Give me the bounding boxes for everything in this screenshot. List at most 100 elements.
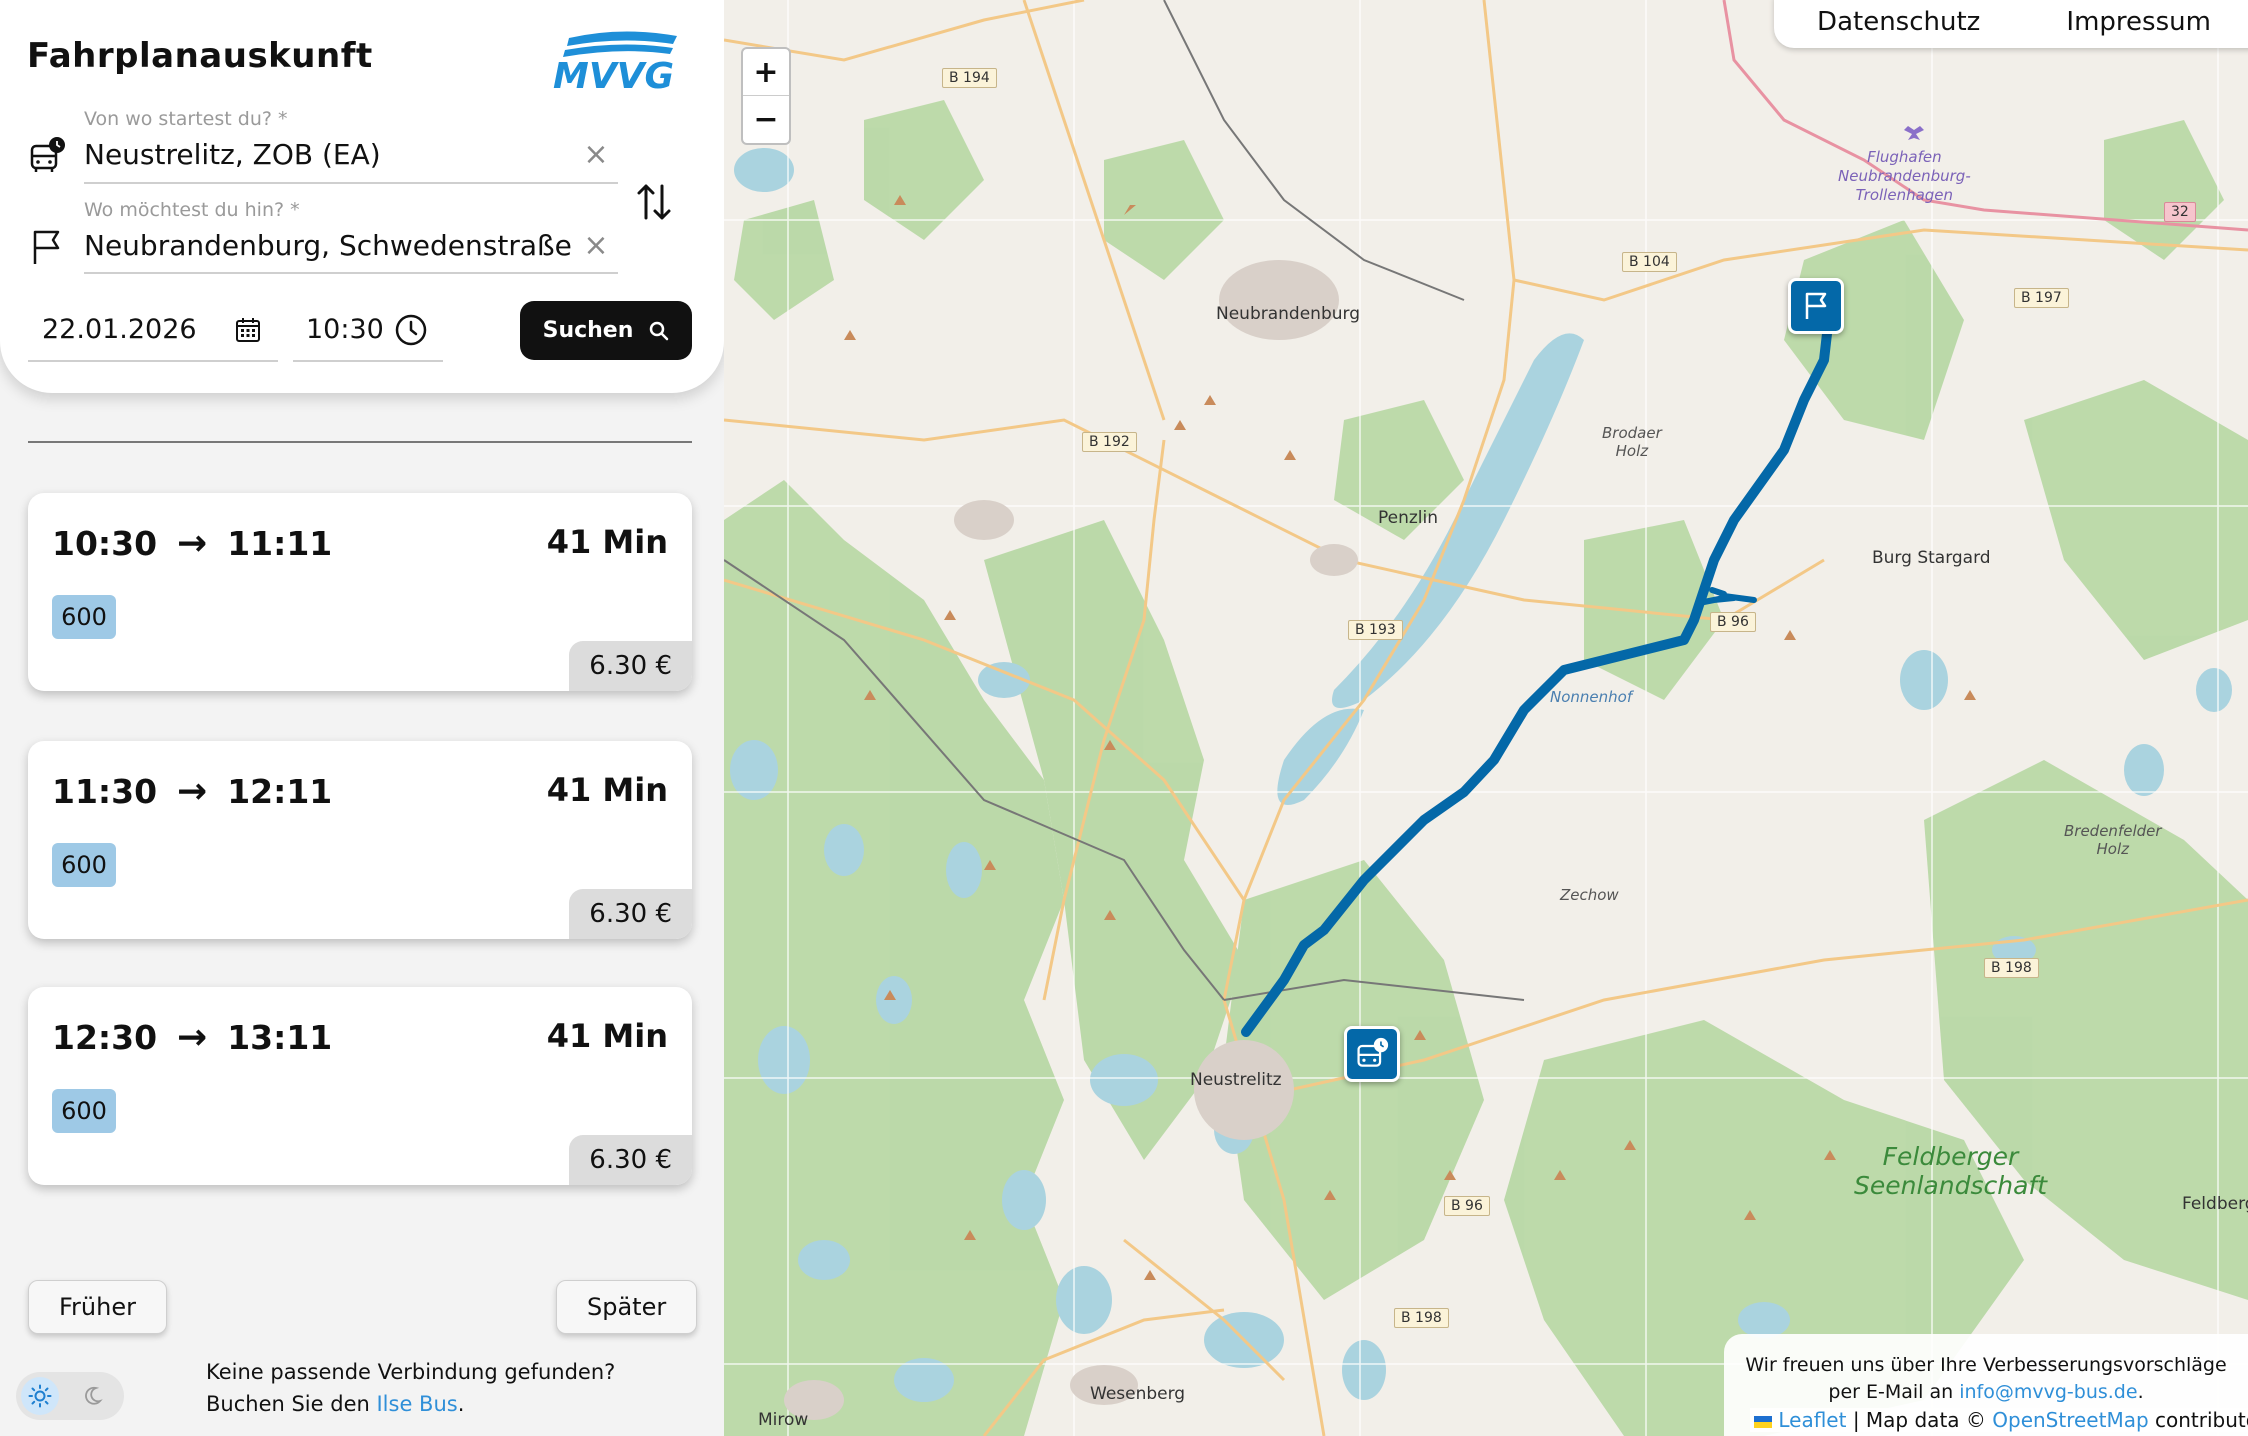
footer-note: Keine passende Verbindung gefunden? Buch… [206,1356,615,1420]
arrow-right-icon: → [177,523,208,564]
destination-marker[interactable] [1788,278,1844,334]
road-shield: 32 [2164,202,2196,222]
from-input[interactable]: Neustrelitz, ZOB (EA) [84,138,381,171]
date-input[interactable]: 22.01.2026 [42,314,197,345]
place-label-feldberger-seenlandschaft: Feldberger Seenlandschaft [1854,1142,2047,1200]
from-underline [84,182,618,184]
place-label-neubrandenburg: Neubrandenburg [1216,304,1360,324]
footer-line-2-text: Buchen Sie den [206,1392,377,1416]
line-badge: 600 [52,1089,116,1133]
map[interactable]: Neubrandenburg Neustrelitz Penzlin Burg … [724,0,2248,1436]
map-attribution: Leaflet | Map data © OpenStreetMap contr… [1750,1408,2248,1432]
road-shield: B 198 [1394,1308,1449,1328]
openstreetmap-link[interactable]: OpenStreetMap [1992,1408,2148,1432]
arrival-time: 12:11 [227,772,333,811]
duration: 41 Min [546,771,668,809]
connection-times: 12:30 → 13:11 [52,1017,332,1058]
line-badge: 600 [52,595,116,639]
feedback-line-2-text: per E-Mail an [1828,1381,1960,1403]
line-badge: 600 [52,843,116,887]
zoom-in-button[interactable]: + [743,49,789,96]
place-label-brodaer-holz: Brodaer Holz [1602,424,1662,460]
road-shield: B 104 [1622,252,1677,272]
dark-mode-button[interactable] [80,1380,112,1412]
calendar-icon[interactable] [234,316,262,344]
duration: 41 Min [546,523,668,561]
connection-card[interactable]: 11:30 → 12:11 41 Min 600 6.30 € [28,741,692,939]
departure-time: 11:30 [52,772,158,811]
theme-toggle [16,1372,124,1420]
departure-time: 12:30 [52,1018,158,1057]
connection-card[interactable]: 10:30 → 11:11 41 Min 600 6.30 € [28,493,692,691]
search-button[interactable]: Suchen [520,301,692,360]
price-badge: 6.30 € [569,641,692,691]
place-label-mirow: Mirow [758,1410,809,1430]
attribution-separator: | Map data © [1846,1408,1993,1432]
light-mode-button[interactable] [21,1377,59,1415]
connection-times: 11:30 → 12:11 [52,771,332,812]
duration: 41 Min [546,1017,668,1055]
place-label-bredenfelder-holz: Bredenfelder Holz [2064,822,2162,858]
page-title: Fahrplanauskunft [27,36,373,76]
place-label-burg-stargard: Burg Stargard [1872,548,1991,568]
feedback-email-link[interactable]: info@mvvg-bus.de [1959,1381,2137,1403]
place-label-penzlin: Penzlin [1378,508,1439,528]
earlier-button[interactable]: Früher [28,1280,167,1334]
place-label-nonnenhof: Nonnenhof [1550,688,1633,706]
price-badge: 6.30 € [569,889,692,939]
time-input[interactable]: 10:30 [306,314,384,345]
ukraine-flag-icon [1754,1415,1772,1428]
search-icon [650,321,669,340]
results-divider [28,441,692,443]
bus-clock-icon [30,137,65,172]
footer-line-1: Keine passende Verbindung gefunden? [206,1360,616,1384]
arrow-right-icon: → [177,1017,208,1058]
to-underline [84,272,618,274]
origin-marker[interactable] [1344,1026,1400,1082]
swap-direction-icon[interactable] [636,180,672,224]
connection-card[interactable]: 12:30 → 13:11 41 Min 600 6.30 € [28,987,692,1185]
place-label-wesenberg: Wesenberg [1090,1384,1186,1404]
feedback-line-2: per E-Mail an info@mvvg-bus.de. [1724,1379,2248,1406]
attribution-suffix: contributors [2155,1408,2248,1432]
map-tiles [724,0,2248,1436]
zoom-control: + − [741,47,791,145]
imprint-link[interactable]: Impressum [2066,7,2211,37]
search-button-label: Suchen [542,318,634,343]
svg-text:MVVG: MVVG [553,56,674,92]
place-label-neustrelitz: Neustrelitz [1190,1070,1282,1090]
price-badge: 6.30 € [569,1135,692,1185]
road-shield: B 193 [1348,620,1403,640]
place-label-zechow: Zechow [1560,886,1619,904]
legal-links: Datenschutz Impressum [1774,0,2248,48]
feedback-line-2-end: . [2137,1381,2144,1403]
to-input[interactable]: Neubrandenburg, Schwedenstraße [84,229,572,262]
arrival-time: 11:11 [227,524,333,563]
clear-from-icon[interactable]: × [583,140,609,170]
clock-icon[interactable] [394,313,428,347]
road-shield: B 96 [1444,1196,1490,1216]
to-field-label: Wo möchtest du hin? * [84,199,300,221]
arrival-time: 13:11 [227,1018,333,1057]
later-button[interactable]: Später [556,1280,698,1334]
sun-icon [28,1384,52,1408]
road-shield: B 197 [2014,288,2069,308]
flag-icon [1805,292,1827,319]
road-shield: B 198 [1984,958,2039,978]
footer-line-2-end: . [457,1392,465,1416]
road-shield: B 192 [1082,432,1137,452]
road-shield: B 194 [942,68,997,88]
connection-times: 10:30 → 11:11 [52,523,332,564]
place-label-airport: Flughafen Neubrandenburg- Trollenhagen [1838,148,1971,204]
footer-line-2: Buchen Sie den Ilse Bus. [206,1388,615,1420]
flag-icon [33,230,60,264]
leaflet-link[interactable]: Leaflet [1778,1408,1846,1432]
clear-to-icon[interactable]: × [583,231,609,261]
ilse-bus-link[interactable]: Ilse Bus [376,1392,457,1416]
feedback-line-1: Wir freuen uns über Ihre Verbesserungsvo… [1745,1354,2227,1376]
zoom-out-button[interactable]: − [743,96,789,143]
privacy-link[interactable]: Datenschutz [1817,7,1980,37]
search-card: Fahrplanauskunft MVVG Von wo startest du… [0,0,724,393]
from-field-label: Von wo startest du? * [84,108,288,130]
departure-time: 10:30 [52,524,158,563]
